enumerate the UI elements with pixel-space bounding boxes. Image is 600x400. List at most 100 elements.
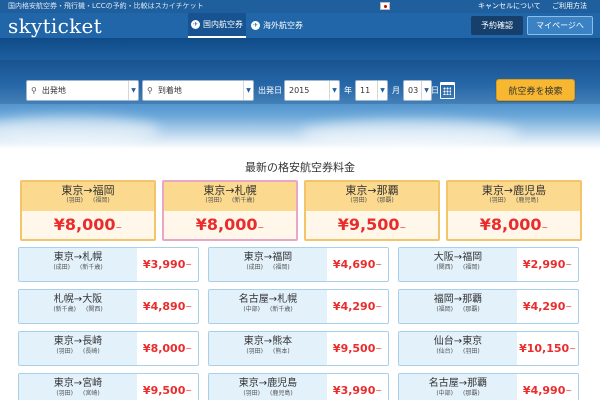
price-suffix: ~ [375, 302, 383, 311]
arrow-icon: → [83, 184, 93, 197]
route-name: 東京→福岡 [209, 248, 327, 264]
destination-city: 東京 [462, 336, 483, 347]
featured-fare-card[interactable]: 東京→福岡 (羽田) (福岡) ¥8,000~ [20, 180, 156, 241]
price-suffix: ~ [115, 223, 123, 232]
featured-fare-card[interactable]: 東京→札幌 (羽田) (新千歳) ¥8,000~ [162, 180, 298, 241]
fare-route-info: 東京→札幌 (成田) (新千歳) [19, 248, 137, 281]
fare-price: ¥3,990 ~ [327, 374, 388, 400]
fare-route-header: 東京→那覇 (羽田) (那覇) [306, 182, 438, 211]
cloud-decoration [0, 116, 160, 146]
airport-codes: (中部) (那覇) [399, 390, 517, 398]
route-fare-card[interactable]: 福岡→那覇 (福岡) (那覇) ¥4,290 ~ [398, 289, 579, 324]
route-fare-card[interactable]: 東京→札幌 (成田) (新千歳) ¥3,990 ~ [18, 247, 199, 282]
destination-city: 宮崎 [82, 378, 103, 389]
origin-airport: (成田) [53, 264, 70, 271]
departure-value: 出発地 [41, 86, 66, 95]
site-header: skyticket ✈ 国内航空券 ✈ 海外航空券 予約確認 マイページへ [0, 13, 600, 38]
destination-airport: (新千歳) [270, 306, 293, 313]
origin-airport: (羽田) [246, 348, 263, 355]
route-name: 東京→鹿児島 [209, 374, 327, 390]
price-suffix: ~ [375, 344, 383, 353]
arrow-icon: → [263, 252, 273, 263]
reservation-check-button[interactable]: 予約確認 [471, 16, 523, 35]
chevron-down-icon: ▼ [421, 81, 431, 100]
featured-fare-card[interactable]: 東京→那覇 (羽田) (那覇) ¥9,500~ [304, 180, 440, 241]
fare-price: ¥8,000~ [22, 211, 154, 239]
route-fare-card[interactable]: 東京→熊本 (羽田) (熊本) ¥9,500 ~ [208, 331, 389, 366]
airport-codes: (成田) (新千歳) [19, 264, 137, 272]
skyticket-logo[interactable]: skyticket [8, 14, 102, 38]
tab-international-flights[interactable]: ✈ 海外航空券 [248, 13, 306, 38]
route-name: 福岡→那覇 [399, 290, 517, 306]
price-value: ¥8,000 [195, 215, 258, 234]
airplane-icon: ✈ [191, 20, 200, 29]
origin-city: 東京 [53, 252, 74, 263]
day-select[interactable]: 03 ▼ [403, 80, 432, 101]
search-flights-button[interactable]: 航空券を検索 [496, 79, 575, 101]
route-name: 札幌→大阪 [19, 290, 137, 306]
fare-price: ¥10,150 ~ [517, 332, 578, 365]
route-fare-card[interactable]: 名古屋→札幌 (中部) (新千歳) ¥4,290 ~ [208, 289, 389, 324]
chevron-down-icon: ▼ [128, 81, 138, 100]
route-fare-card[interactable]: 名古屋→那覇 (中部) (那覇) ¥4,990 ~ [398, 373, 579, 400]
price-suffix: ~ [185, 260, 193, 269]
departure-select[interactable]: ⚲ 出発地 ▼ [26, 80, 139, 101]
fare-route-header: 東京→札幌 (羽田) (新千歳) [164, 182, 296, 211]
fare-route-info: 東京→鹿児島 (羽田) (鹿児島) [209, 374, 327, 400]
airport-codes: (羽田) (新千歳) [164, 197, 296, 205]
fare-route-header: 東京→鹿児島 (羽田) (鹿児島) [448, 182, 580, 211]
origin-city: 大阪 [433, 252, 454, 263]
fare-price: ¥2,990 ~ [517, 248, 578, 281]
destination-city: 札幌 [234, 184, 257, 197]
destination-airport: (関西) [86, 306, 103, 313]
route-fare-card[interactable]: 東京→宮崎 (羽田) (宮崎) ¥9,500 ~ [18, 373, 199, 400]
origin-airport: (羽田) [489, 197, 506, 204]
cancel-info-link[interactable]: キャンセルについて [478, 1, 541, 11]
usage-guide-link[interactable]: ご利用方法 [552, 1, 587, 11]
month-select[interactable]: 11 ▼ [355, 80, 388, 101]
price-value: ¥8,000 [53, 215, 116, 234]
destination-city: 鹿児島 [513, 184, 547, 197]
route-fare-card[interactable]: 東京→長崎 (羽田) (長崎) ¥8,000 ~ [18, 331, 199, 366]
fare-price: ¥4,690 ~ [327, 248, 388, 281]
fare-route-info: 東京→福岡 (成田) (福岡) [209, 248, 327, 281]
origin-city: 札幌 [53, 294, 74, 305]
fare-route-info: 名古屋→那覇 (中部) (那覇) [399, 374, 517, 400]
origin-city: 東京 [481, 184, 504, 197]
tab-domestic-flights[interactable]: ✈ 国内航空券 [188, 13, 246, 38]
tab-label: 海外航空券 [263, 21, 303, 30]
origin-airport: (羽田) [350, 197, 367, 204]
route-fare-card[interactable]: 東京→福岡 (成田) (福岡) ¥4,690 ~ [208, 247, 389, 282]
price-value: ¥3,990 [142, 258, 186, 271]
destination-city: 那覇 [462, 294, 483, 305]
price-value: ¥8,000 [142, 342, 186, 355]
price-suffix: ~ [541, 223, 549, 232]
fare-price: ¥4,290 ~ [517, 290, 578, 323]
destination-city: 熊本 [272, 336, 293, 347]
airport-codes: (新千歳) (関西) [19, 306, 137, 314]
origin-airport: (羽田) [205, 197, 222, 204]
route-fare-card[interactable]: 札幌→大阪 (新千歳) (関西) ¥4,890 ~ [18, 289, 199, 324]
mypage-button[interactable]: マイページへ [527, 16, 593, 35]
destination-city: 札幌 [82, 252, 103, 263]
destination-airport: (熊本) [273, 348, 290, 355]
route-name: 東京→宮崎 [19, 374, 137, 390]
destination-city: 福岡 [462, 252, 483, 263]
fare-route-info: 東京→宮崎 (羽田) (宮崎) [19, 374, 137, 400]
origin-city: 東京 [203, 184, 226, 197]
featured-fare-card[interactable]: 東京→鹿児島 (羽田) (鹿児島) ¥8,000~ [446, 180, 582, 241]
year-select[interactable]: 2015 ▼ [284, 80, 340, 101]
japan-flag-icon[interactable] [380, 2, 390, 10]
route-fare-card[interactable]: 東京→鹿児島 (羽田) (鹿児島) ¥3,990 ~ [208, 373, 389, 400]
route-fare-card[interactable]: 仙台→東京 (仙台) (羽田) ¥10,150 ~ [398, 331, 579, 366]
calendar-icon[interactable] [440, 82, 455, 99]
origin-city: 東京 [61, 184, 84, 197]
route-fare-card[interactable]: 大阪→福岡 (関西) (福岡) ¥2,990 ~ [398, 247, 579, 282]
origin-airport: (羽田) [56, 348, 73, 355]
arrival-select[interactable]: ⚲ 到着地 ▼ [142, 80, 254, 101]
chevron-down-icon: ▼ [243, 81, 253, 100]
fare-route-header: 東京→福岡 (羽田) (福岡) [22, 182, 154, 211]
destination-city: 長崎 [82, 336, 103, 347]
origin-city: 東京 [243, 336, 264, 347]
origin-city: 東京 [345, 184, 368, 197]
